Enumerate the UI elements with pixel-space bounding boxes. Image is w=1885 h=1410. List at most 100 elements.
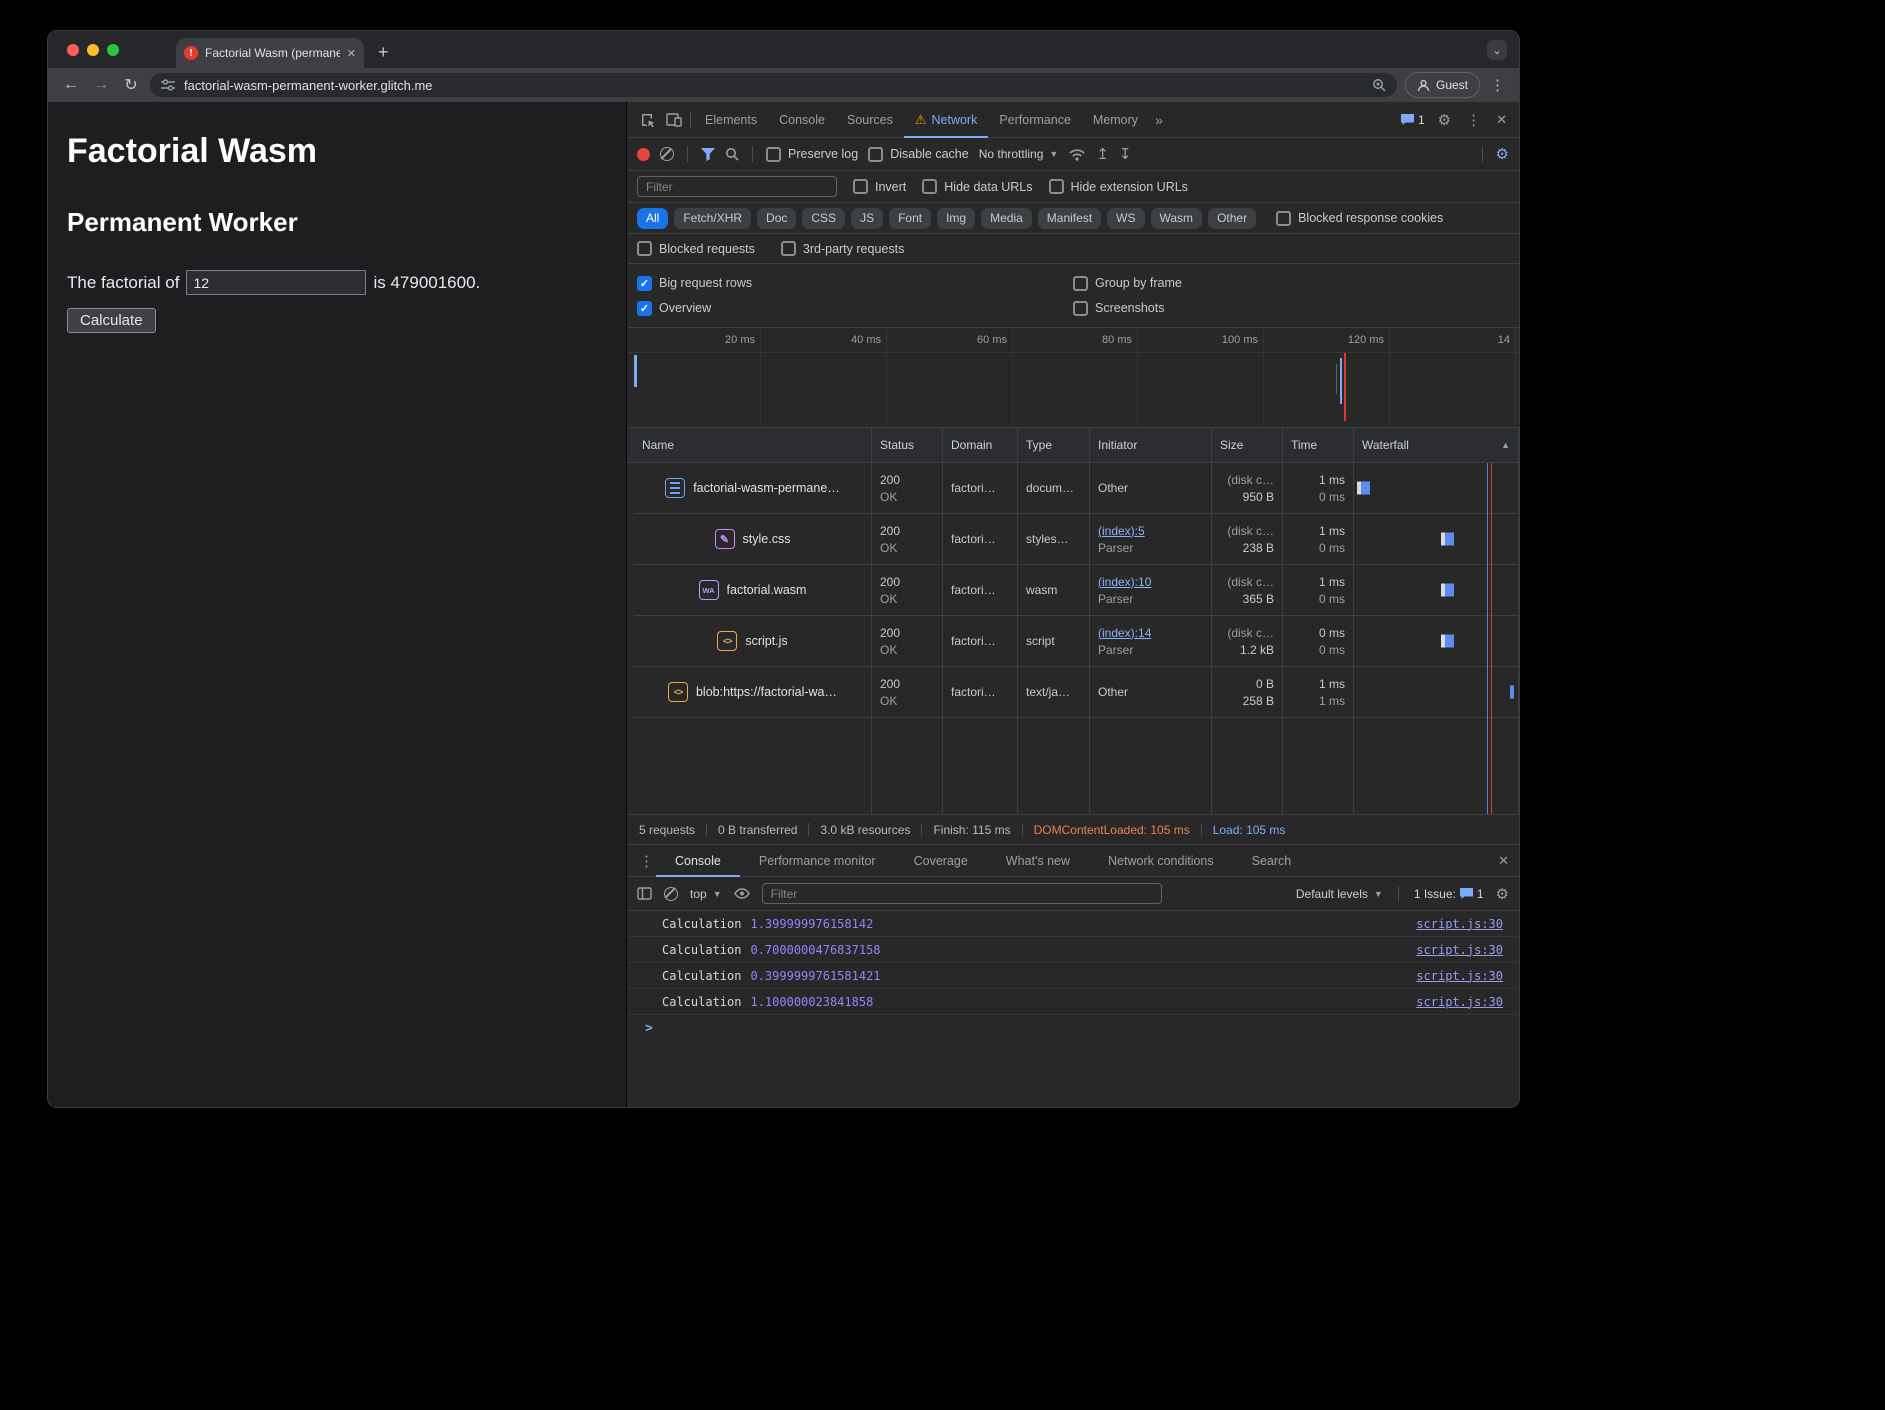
console-log-row[interactable]: Calculation 1.399999976158142 script.js:… bbox=[627, 911, 1519, 937]
drawer-tab-coverage[interactable]: Coverage bbox=[895, 844, 987, 877]
column-waterfall[interactable]: Waterfall▲ bbox=[1354, 428, 1519, 462]
overview-checkbox[interactable]: ✓Overview bbox=[637, 301, 1073, 316]
drawer-tab-whats-new[interactable]: What's new bbox=[987, 844, 1089, 877]
console-issues-badge[interactable]: 1 Issue: 1 bbox=[1414, 887, 1484, 901]
column-name[interactable]: Name bbox=[634, 428, 872, 462]
console-settings-icon[interactable]: ⚙ bbox=[1496, 885, 1509, 903]
drawer-tab-search[interactable]: Search bbox=[1233, 844, 1311, 877]
invert-checkbox[interactable]: Invert bbox=[853, 179, 906, 194]
throttling-dropdown[interactable]: No throttling▼ bbox=[979, 147, 1059, 161]
third-party-requests-checkbox[interactable]: 3rd-party requests bbox=[781, 241, 904, 256]
close-window-button[interactable] bbox=[67, 44, 79, 56]
minimize-window-button[interactable] bbox=[87, 44, 99, 56]
tab-close-icon[interactable]: ✕ bbox=[347, 47, 356, 60]
profile-button[interactable]: Guest bbox=[1405, 72, 1480, 98]
chip-js[interactable]: JS bbox=[851, 208, 883, 229]
browser-menu-button[interactable]: ⋮ bbox=[1488, 76, 1507, 94]
column-status[interactable]: Status bbox=[872, 428, 943, 462]
initiator-link[interactable]: (index):5 bbox=[1098, 524, 1203, 538]
column-time[interactable]: Time bbox=[1283, 428, 1354, 462]
preserve-log-checkbox[interactable]: Preserve log bbox=[766, 147, 858, 162]
export-har-icon[interactable]: ↧ bbox=[1119, 145, 1132, 163]
blocked-requests-checkbox[interactable]: Blocked requests bbox=[637, 241, 755, 256]
device-toolbar-icon[interactable] bbox=[661, 107, 687, 133]
site-settings-icon[interactable] bbox=[161, 79, 175, 91]
chip-media[interactable]: Media bbox=[981, 208, 1032, 229]
tab-elements[interactable]: Elements bbox=[694, 102, 768, 138]
console-source-link[interactable]: script.js:30 bbox=[1416, 969, 1503, 983]
console-log-row[interactable]: Calculation 0.7000000476837158 script.js… bbox=[627, 937, 1519, 963]
chip-fetch-xhr[interactable]: Fetch/XHR bbox=[674, 208, 751, 229]
tab-sources[interactable]: Sources bbox=[836, 102, 904, 138]
console-source-link[interactable]: script.js:30 bbox=[1416, 917, 1503, 931]
devtools-close-icon[interactable]: ✕ bbox=[1496, 112, 1507, 128]
console-filter-input[interactable] bbox=[762, 883, 1162, 904]
clear-console-icon[interactable] bbox=[664, 887, 678, 901]
chip-font[interactable]: Font bbox=[889, 208, 931, 229]
console-sidebar-icon[interactable] bbox=[637, 887, 652, 900]
disable-cache-checkbox[interactable]: Disable cache bbox=[868, 147, 969, 162]
record-button[interactable] bbox=[637, 148, 650, 161]
new-tab-button[interactable]: + bbox=[378, 42, 389, 63]
group-by-frame-checkbox[interactable]: Group by frame bbox=[1073, 276, 1509, 291]
initiator-link[interactable]: (index):10 bbox=[1098, 575, 1203, 589]
address-bar[interactable]: factorial-wasm-permanent-worker.glitch.m… bbox=[150, 73, 1397, 97]
back-button[interactable]: ← bbox=[60, 76, 82, 94]
eye-icon[interactable] bbox=[734, 888, 750, 899]
chip-all[interactable]: All bbox=[637, 208, 668, 229]
clear-network-log-icon[interactable] bbox=[660, 147, 674, 161]
factorial-input[interactable] bbox=[186, 270, 366, 295]
column-size[interactable]: Size bbox=[1212, 428, 1283, 462]
network-overview-timeline[interactable]: 20 ms 40 ms 60 ms 80 ms 100 ms 120 ms 14 bbox=[627, 328, 1519, 428]
chip-css[interactable]: CSS bbox=[802, 208, 845, 229]
drawer-tab-network-conditions[interactable]: Network conditions bbox=[1089, 844, 1233, 877]
tab-performance[interactable]: Performance bbox=[988, 102, 1082, 138]
chip-wasm[interactable]: Wasm bbox=[1151, 208, 1203, 229]
devtools-menu-icon[interactable]: ⋮ bbox=[1464, 111, 1483, 129]
drawer-close-icon[interactable]: ✕ bbox=[1498, 853, 1509, 869]
drawer-tab-performance-monitor[interactable]: Performance monitor bbox=[740, 844, 895, 877]
table-row[interactable]: <>blob:https://factorial-wa… 200OK facto… bbox=[634, 667, 1519, 718]
chip-doc[interactable]: Doc bbox=[757, 208, 796, 229]
url-text[interactable]: factorial-wasm-permanent-worker.glitch.m… bbox=[184, 78, 1363, 93]
network-settings-icon[interactable]: ⚙ bbox=[1496, 145, 1509, 163]
maximize-window-button[interactable] bbox=[107, 44, 119, 56]
log-levels-dropdown[interactable]: Default levels▼ bbox=[1296, 887, 1383, 901]
reload-button[interactable]: ↻ bbox=[120, 75, 142, 95]
column-type[interactable]: Type bbox=[1018, 428, 1090, 462]
chip-ws[interactable]: WS bbox=[1107, 208, 1144, 229]
drawer-menu-icon[interactable]: ⋮ bbox=[637, 852, 656, 870]
blocked-response-cookies-checkbox[interactable]: Blocked response cookies bbox=[1276, 211, 1443, 226]
more-tabs-icon[interactable]: » bbox=[1149, 112, 1169, 128]
filter-icon[interactable] bbox=[701, 148, 715, 161]
hide-extension-urls-checkbox[interactable]: Hide extension URLs bbox=[1049, 179, 1188, 194]
chip-other[interactable]: Other bbox=[1208, 208, 1256, 229]
browser-tab[interactable]: ! Factorial Wasm (permanent W ✕ bbox=[176, 38, 364, 68]
tab-memory[interactable]: Memory bbox=[1082, 102, 1149, 138]
chip-img[interactable]: Img bbox=[937, 208, 975, 229]
tab-network[interactable]: ⚠ Network bbox=[904, 102, 989, 138]
big-request-rows-checkbox[interactable]: ✓Big request rows bbox=[637, 276, 1073, 291]
console-source-link[interactable]: script.js:30 bbox=[1416, 943, 1503, 957]
import-har-icon[interactable]: ↥ bbox=[1096, 145, 1109, 163]
screenshots-checkbox[interactable]: Screenshots bbox=[1073, 301, 1509, 316]
inspect-element-icon[interactable] bbox=[635, 107, 661, 133]
console-source-link[interactable]: script.js:30 bbox=[1416, 995, 1503, 1009]
column-initiator[interactable]: Initiator bbox=[1090, 428, 1212, 462]
forward-button[interactable]: → bbox=[90, 76, 112, 94]
column-domain[interactable]: Domain bbox=[943, 428, 1018, 462]
tab-console[interactable]: Console bbox=[768, 102, 836, 138]
zoom-icon[interactable] bbox=[1372, 78, 1386, 92]
table-row[interactable]: WAfactorial.wasm 200OK factori… wasm (in… bbox=[634, 565, 1519, 616]
search-icon[interactable] bbox=[725, 147, 739, 161]
drawer-tab-console[interactable]: Console bbox=[656, 844, 740, 877]
network-filter-input[interactable] bbox=[637, 176, 837, 197]
network-conditions-icon[interactable] bbox=[1068, 148, 1086, 161]
console-log-row[interactable]: Calculation 0.3999999761581421 script.js… bbox=[627, 963, 1519, 989]
devtools-settings-icon[interactable]: ⚙ bbox=[1438, 111, 1451, 129]
execution-context-dropdown[interactable]: top▼ bbox=[690, 887, 722, 901]
table-row[interactable]: factorial-wasm-permane… 200OK factori… d… bbox=[634, 463, 1519, 514]
initiator-link[interactable]: (index):14 bbox=[1098, 626, 1203, 640]
table-row[interactable]: ✎style.css 200OK factori… styles… (index… bbox=[634, 514, 1519, 565]
chip-manifest[interactable]: Manifest bbox=[1038, 208, 1101, 229]
